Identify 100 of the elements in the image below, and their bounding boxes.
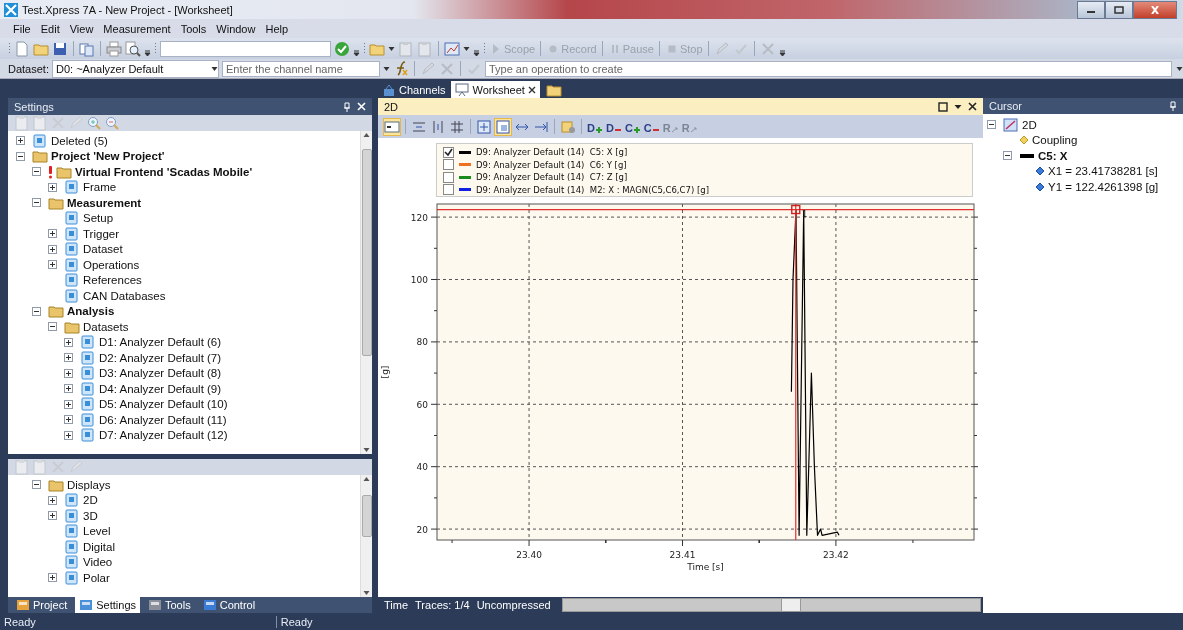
tree-item[interactable]: Polar [83, 571, 110, 584]
channel-field[interactable]: Enter the channel name [221, 60, 380, 77]
tree-item[interactable]: X1 = 23.41738281 [s] [1048, 165, 1158, 178]
tree-item[interactable]: Analysis [67, 305, 115, 318]
tree-item[interactable]: CAN Databases [83, 289, 166, 302]
minimize-button[interactable] [1077, 0, 1105, 19]
tree-item[interactable]: Operations [83, 258, 140, 271]
expand-toggle[interactable] [64, 368, 73, 378]
expand-toggle[interactable] [48, 495, 57, 505]
cursor-line[interactable] [436, 208, 975, 211]
expand-toggle[interactable] [48, 182, 57, 192]
tree-item[interactable]: D7: Analyzer Default (12) [99, 429, 228, 442]
zoom-box-icon[interactable] [495, 118, 511, 135]
expand-toggle[interactable] [64, 399, 73, 409]
panel-tab[interactable]: Settings [75, 597, 140, 613]
expand-toggle[interactable] [32, 198, 41, 208]
toolbar-button[interactable]: C [643, 119, 660, 134]
tree-item[interactable]: Virtual Frontend 'Scadas Mobile' [75, 165, 253, 178]
pin-icon[interactable] [343, 101, 351, 112]
menu-item[interactable]: File [8, 20, 36, 37]
checkbox[interactable] [443, 171, 454, 183]
expand-toggle[interactable] [64, 353, 73, 363]
tree-item[interactable]: 2D [83, 494, 98, 507]
tree-item[interactable]: 3D [83, 509, 98, 522]
tree-item[interactable]: Coupling [1032, 134, 1078, 147]
tree-item[interactable]: Datasets [83, 320, 129, 333]
expand-toggle[interactable] [1003, 151, 1012, 161]
tree-item[interactable]: Displays [67, 478, 111, 491]
fit-icon[interactable] [476, 118, 492, 135]
expand-toggle[interactable] [64, 337, 73, 347]
copy-icon[interactable] [79, 40, 95, 57]
close-button[interactable] [1133, 0, 1177, 19]
tree-item[interactable]: References [83, 274, 142, 287]
maximize-button[interactable] [1105, 0, 1133, 19]
expand-toggle[interactable] [16, 136, 25, 146]
menu-item[interactable]: View [64, 20, 99, 37]
expand-toggle[interactable] [48, 511, 57, 521]
checkbox[interactable] [443, 184, 454, 196]
close-icon[interactable] [527, 85, 536, 94]
panel-tab[interactable]: Tools [144, 597, 195, 613]
scrollbar-thumb[interactable] [362, 149, 372, 356]
clipboard-icon[interactable] [14, 115, 30, 131]
expand-toggle[interactable] [64, 430, 73, 440]
checkmark-icon[interactable] [334, 40, 350, 57]
tree-item[interactable]: Setup [83, 212, 114, 225]
panel-tab[interactable]: Project [12, 597, 72, 613]
toolbar-field[interactable] [160, 40, 331, 57]
pin-icon[interactable] [1169, 101, 1177, 111]
tree-item[interactable]: Video [83, 556, 113, 569]
expand-toggle[interactable] [32, 306, 41, 316]
tree-item[interactable]: D4: Analyzer Default (9) [99, 382, 222, 395]
maximize-icon[interactable] [938, 101, 948, 112]
clipboard-icon[interactable] [398, 40, 414, 57]
grid-icon[interactable] [449, 118, 465, 135]
tree-item[interactable]: D3: Analyzer Default (8) [99, 367, 222, 380]
clipboard-icon[interactable] [32, 459, 48, 475]
clipboard-icon[interactable] [14, 459, 30, 475]
panel-tab[interactable]: Control [198, 597, 260, 613]
scrollbar-thumb[interactable] [362, 495, 372, 537]
expand-toggle[interactable] [48, 322, 57, 332]
scrollbar-thumb[interactable] [781, 599, 802, 611]
expand-toggle[interactable] [32, 480, 41, 490]
clipboard-icon[interactable] [417, 40, 433, 57]
tree-item[interactable]: Project 'New Project' [51, 150, 165, 163]
operation-field[interactable]: Type an operation to create [484, 60, 1172, 77]
document-tab[interactable]: Channels [378, 81, 450, 98]
dataset-dropdown[interactable]: D0: ~Analyzer Default [51, 59, 219, 78]
close-icon[interactable] [968, 102, 977, 111]
tree-item[interactable]: Level [83, 525, 111, 538]
cursor-line[interactable] [795, 203, 797, 541]
chart-icon[interactable] [444, 40, 460, 57]
checkbox[interactable] [443, 146, 454, 158]
expand-toggle[interactable] [32, 167, 41, 177]
scrollbar[interactable] [561, 598, 981, 612]
expand-toggle[interactable] [64, 415, 73, 425]
tree-item[interactable]: C5: X [1038, 149, 1068, 162]
tree-item[interactable]: 2D [1022, 118, 1037, 131]
tree-item[interactable]: D2: Analyzer Default (7) [99, 351, 222, 364]
toolbar-button[interactable]: D [587, 119, 603, 134]
menu-item[interactable]: Edit [35, 20, 65, 37]
save-icon[interactable] [52, 40, 68, 57]
clipboard-icon[interactable] [32, 115, 48, 131]
tree-item[interactable]: Frame [83, 181, 117, 194]
tree-item[interactable]: Y1 = 122.4261398 [g] [1048, 180, 1159, 193]
expand-toggle[interactable] [48, 229, 57, 239]
tree-item[interactable]: Deleted (5) [51, 134, 108, 147]
checkbox[interactable] [443, 159, 454, 171]
cursor-marker[interactable] [791, 204, 801, 215]
expand-toggle[interactable] [48, 573, 57, 583]
menu-item[interactable]: Window [211, 20, 261, 37]
tree-item[interactable]: Trigger [83, 227, 119, 240]
expand-toggle[interactable] [48, 260, 57, 270]
tree-item[interactable]: D6: Analyzer Default (11) [99, 413, 227, 426]
expand-toggle[interactable] [64, 384, 73, 394]
expand-toggle[interactable] [16, 151, 25, 161]
tree-item[interactable]: Digital [83, 540, 115, 553]
expand-toggle[interactable] [48, 244, 57, 254]
menu-item[interactable]: Measurement [98, 20, 176, 37]
tree-item[interactable]: D1: Analyzer Default (6) [99, 336, 222, 349]
toolbar-button[interactable]: C [624, 119, 641, 134]
